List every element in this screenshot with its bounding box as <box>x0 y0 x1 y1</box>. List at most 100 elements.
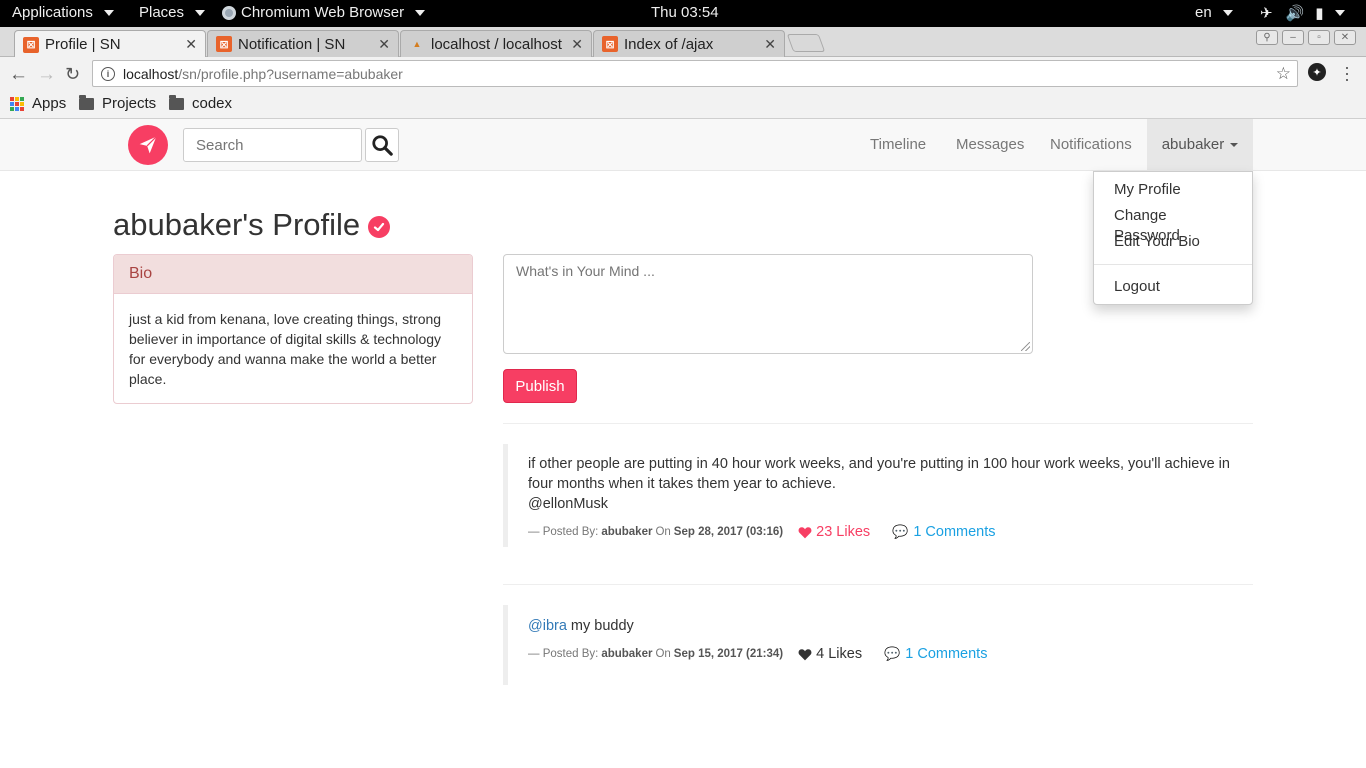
menu-item-edit-bio[interactable]: Edit Your Bio <box>1094 229 1252 255</box>
chromium-icon <box>222 5 236 20</box>
post-tag: @ellonMusk <box>528 496 608 512</box>
bookmarks-bar: Apps Projects codex <box>0 91 1366 119</box>
phpmyadmin-favicon-icon: ▲ <box>412 39 422 49</box>
tab-index-ajax[interactable]: ⊠ Index of /ajax ✕ <box>593 30 785 57</box>
back-arrow-icon[interactable]: ← <box>9 64 28 86</box>
tab-phpmyadmin[interactable]: ▲ localhost / localhost ✕ <box>400 30 592 57</box>
bookmark-projects[interactable]: Projects <box>79 94 156 112</box>
resize-handle-icon[interactable] <box>1021 342 1030 351</box>
places-menu[interactable]: Places <box>139 4 206 21</box>
browser-menu-icon[interactable]: · · · <box>1344 58 1350 88</box>
language-indicator[interactable]: en <box>1195 4 1233 21</box>
close-window-icon[interactable]: ✕ <box>1334 30 1356 45</box>
browser-toolbar: ← → ↻ i localhost/sn/profile.php?usernam… <box>0 57 1366 91</box>
tab-profile[interactable]: ⊠ Profile | SN ✕ <box>14 30 206 58</box>
post-author[interactable]: abubaker <box>601 648 652 660</box>
xampp-favicon-icon: ⊠ <box>602 36 618 52</box>
folder-icon <box>79 94 94 110</box>
bookmark-star-icon[interactable]: ☆ <box>1276 64 1291 84</box>
like-button[interactable]: 23 Likes <box>798 524 870 540</box>
search-icon <box>372 135 393 156</box>
divider <box>503 423 1253 424</box>
user-mention-link[interactable]: @ibra <box>528 618 567 634</box>
likes-count: 23 Likes <box>816 524 871 540</box>
bookmark-codex[interactable]: codex <box>169 94 232 112</box>
tab-notification[interactable]: ⊠ Notification | SN ✕ <box>207 30 399 57</box>
search-button[interactable] <box>365 128 399 162</box>
bio-heading: Bio <box>114 255 472 294</box>
xampp-favicon-icon: ⊠ <box>23 36 39 53</box>
publish-button[interactable]: Publish <box>503 369 577 403</box>
on-label: On <box>655 526 671 538</box>
tab-title: localhost / localhost <box>431 35 562 53</box>
comments-icon: 💬 <box>884 646 901 661</box>
post-item: if other people are putting in 40 hour w… <box>503 444 1253 547</box>
comments-link[interactable]: 💬 1 Comments <box>884 646 987 662</box>
chevron-down-icon <box>415 9 426 16</box>
address-bar[interactable]: i localhost/sn/profile.php?username=abub… <box>92 60 1298 87</box>
reload-icon[interactable]: ↻ <box>65 64 80 85</box>
search-input[interactable] <box>183 128 362 162</box>
maximize-icon[interactable]: ▫ <box>1308 30 1330 45</box>
applications-menu[interactable]: Applications <box>12 4 114 21</box>
post-text: @ibra my buddy <box>528 616 1233 636</box>
close-tab-icon[interactable]: ✕ <box>571 36 583 53</box>
nav-messages-link[interactable]: Messages <box>956 136 1024 153</box>
menu-item-my-profile[interactable]: My Profile <box>1094 177 1252 203</box>
new-tab-button[interactable] <box>786 34 826 52</box>
url-host: localhost <box>123 65 179 82</box>
menu-item-logout[interactable]: Logout <box>1094 274 1252 300</box>
username-label: abubaker <box>1161 136 1225 153</box>
post-date: Sep 28, 2017 (03:16) <box>673 526 784 538</box>
nav-timeline-link[interactable]: Timeline <box>870 136 926 153</box>
menu-divider <box>1094 264 1252 265</box>
close-tab-icon[interactable]: ✕ <box>764 36 776 53</box>
nav-notifications-link[interactable]: Notifications <box>1050 136 1132 153</box>
places-label: Places <box>139 4 185 21</box>
menu-item-change-password[interactable]: Change Password <box>1094 203 1252 244</box>
post-body: if other people are putting in 40 hour w… <box>528 456 1230 492</box>
bookmark-label: Apps <box>32 95 67 112</box>
clock[interactable]: Thu 03:54 <box>651 4 719 21</box>
profile-icon[interactable]: ⚲ <box>1256 30 1278 45</box>
extension-icon[interactable]: ✦ <box>1308 63 1326 81</box>
comments-link[interactable]: 💬 1 Comments <box>892 524 995 540</box>
user-menu-toggle[interactable]: abubaker <box>1147 119 1253 170</box>
post-textarea[interactable] <box>503 254 1033 354</box>
heart-icon <box>798 648 812 660</box>
tab-title: Index of /ajax <box>624 35 714 53</box>
bio-text: just a kid from kenana, love creating th… <box>129 311 442 387</box>
on-label: On <box>655 648 671 660</box>
xampp-favicon-icon: ⊠ <box>216 36 232 52</box>
post-item: @ibra my buddy — Posted By: abubaker On … <box>503 605 1253 685</box>
browser-app-label: Chromium Web Browser <box>241 4 405 21</box>
bookmark-apps[interactable]: Apps <box>10 95 66 112</box>
minimize-icon[interactable]: – <box>1282 30 1304 45</box>
battery-icon: ▮ <box>1315 5 1324 22</box>
page-title: abubaker's Profile <box>113 207 391 243</box>
like-button[interactable]: 4 Likes <box>798 646 862 662</box>
status-icons[interactable]: ✈ 🔊 ▮ <box>1260 4 1345 22</box>
user-dropdown-menu: My Profile Change Password Edit Your Bio… <box>1093 171 1253 305</box>
post-meta: — Posted By: abubaker On Sep 28, 2017 (0… <box>528 524 1233 540</box>
airplane-mode-icon: ✈ <box>1260 5 1273 22</box>
close-tab-icon[interactable]: ✕ <box>378 36 390 53</box>
info-icon[interactable]: i <box>101 66 115 81</box>
tab-title: Profile | SN <box>45 36 121 53</box>
divider <box>503 584 1253 585</box>
volume-icon: 🔊 <box>1285 5 1305 22</box>
posted-by-label: — Posted By: <box>528 648 599 660</box>
folder-icon <box>169 94 184 110</box>
forward-arrow-icon[interactable]: → <box>37 64 56 86</box>
heart-icon <box>798 526 812 538</box>
post-author[interactable]: abubaker <box>601 526 652 538</box>
comments-count: 1 Comments <box>913 524 996 540</box>
close-tab-icon[interactable]: ✕ <box>185 36 197 53</box>
browser-app-menu[interactable]: Chromium Web Browser <box>222 4 426 21</box>
window-controls: ⚲ – ▫ ✕ <box>1256 30 1356 45</box>
post-meta: — Posted By: abubaker On Sep 15, 2017 (2… <box>528 646 1233 662</box>
brand-logo[interactable] <box>128 125 168 165</box>
comments-count: 1 Comments <box>905 646 988 662</box>
chevron-down-icon <box>103 9 114 16</box>
chevron-down-icon <box>1222 9 1233 16</box>
